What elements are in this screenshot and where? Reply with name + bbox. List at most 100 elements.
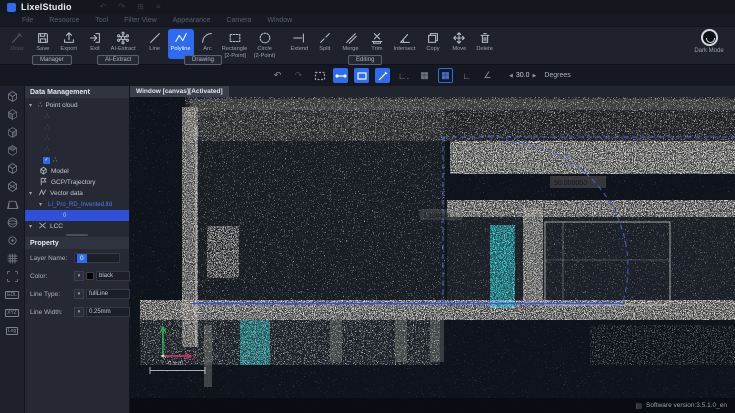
chevron-down-icon[interactable]: ▾ xyxy=(39,201,45,209)
app-logo-icon xyxy=(7,3,16,12)
view-bottom-icon[interactable] xyxy=(4,162,21,175)
view-side-icon[interactable] xyxy=(4,126,21,139)
redo-icon[interactable]: ↷ xyxy=(291,68,306,83)
canvas-tab-bar: Window [canvas][Activated] xyxy=(130,86,735,97)
tree-item-gcp-trajectory[interactable]: GCP/Trajectory xyxy=(25,177,129,188)
angle-stepper[interactable]: ◀ 30.0 ▶ xyxy=(509,72,536,79)
extend-button[interactable]: Extend xyxy=(286,29,312,59)
quick-layout-icon[interactable]: ⊞ xyxy=(137,0,144,14)
draw-mode-icon[interactable] xyxy=(375,68,390,83)
chevron-down-icon[interactable]: ▾ xyxy=(29,102,35,110)
selection-frame-icon[interactable] xyxy=(312,68,327,83)
point-cloud-viewport[interactable]: 90.000000 2.184436 x 0.5 m xyxy=(130,97,735,413)
line-icon xyxy=(148,31,162,45)
chevron-down-icon[interactable]: ▾ xyxy=(29,190,35,198)
panel-drag-handle[interactable] xyxy=(66,234,88,236)
grid-view-icon[interactable] xyxy=(4,252,21,265)
delete-button[interactable]: Delete xyxy=(472,29,498,59)
chevron-down-icon[interactable]: ▾ xyxy=(29,223,35,231)
orbit-icon[interactable] xyxy=(4,234,21,247)
rectangle-2point-button[interactable]: Rectangle [2-Point] xyxy=(220,29,250,59)
chevron-down-icon[interactable]: ▾ xyxy=(74,271,84,281)
canvas-tab[interactable]: Window [canvas][Activated] xyxy=(130,86,229,97)
tree-item-cloud-3[interactable]: ∴ xyxy=(25,133,129,144)
circle-2point-button[interactable]: Circle (2-Point) xyxy=(250,29,280,59)
quick-redo-icon[interactable]: ↷ xyxy=(118,0,125,14)
lcc-icon xyxy=(38,221,47,233)
color-swatch xyxy=(86,272,94,280)
grid-icon[interactable]: ▦ xyxy=(417,68,432,83)
segment-mode-icon[interactable] xyxy=(333,68,348,83)
tree-item-vector-data[interactable]: ▾ Vector data xyxy=(25,188,129,199)
xyz-axis-icon[interactable]: XYZ xyxy=(4,306,21,319)
chevron-down-icon[interactable]: ▾ xyxy=(74,307,84,317)
dark-mode-button[interactable]: Dark Mode xyxy=(689,29,729,54)
point-cloud-icon: ∴ xyxy=(45,135,49,143)
angle-unit-label: Degrees xyxy=(544,72,570,79)
tree-item-layer-selected[interactable]: 0 xyxy=(25,210,129,221)
move-icon xyxy=(452,31,466,45)
view-perspective-icon[interactable] xyxy=(4,198,21,211)
quick-menu-icon[interactable]: ≡ xyxy=(156,0,161,14)
fullscreen-icon[interactable] xyxy=(4,270,21,283)
menu-window[interactable]: Window xyxy=(267,17,292,24)
copy-button[interactable]: Copy xyxy=(420,29,446,59)
menu-file[interactable]: File xyxy=(22,17,33,24)
view-back-icon[interactable] xyxy=(4,144,21,157)
layer-name-input[interactable]: 0 xyxy=(74,253,120,263)
menu-tool[interactable]: Tool xyxy=(95,17,108,24)
dark-mode-icon xyxy=(701,29,718,46)
group-label-drawing: Drawing xyxy=(184,55,222,65)
line-width-label: Line Width: xyxy=(30,309,70,316)
chevron-down-icon[interactable]: ▾ xyxy=(74,289,84,299)
angle-value[interactable]: 30.0 xyxy=(516,72,530,79)
undo-icon[interactable]: ↶ xyxy=(270,68,285,83)
draw-button[interactable]: Draw xyxy=(4,29,30,59)
view-iso-icon[interactable] xyxy=(4,180,21,193)
left-panel: Data Management ▾ ∴ Point cloud ∴ ∴ ∴ ∴ … xyxy=(25,86,130,413)
stepper-right-icon[interactable]: ▶ xyxy=(532,73,536,79)
tree-item-cloud-2[interactable]: ∴ xyxy=(25,122,129,133)
color-dropdown[interactable]: ▾ black xyxy=(74,271,130,281)
menu-camera[interactable]: Camera xyxy=(226,17,251,24)
canvas-area[interactable]: 90.000000 2.184436 x 0.5 m xyxy=(130,97,735,413)
angle-snap-icon[interactable]: ∠ xyxy=(480,68,495,83)
group-label-editing: Editing xyxy=(348,55,382,65)
ortho-corner-icon[interactable]: ∟. xyxy=(396,68,411,83)
line-button[interactable]: Line xyxy=(142,29,168,59)
menu-resource[interactable]: Resource xyxy=(49,17,79,24)
quick-undo-icon[interactable]: ↶ xyxy=(100,0,107,14)
layer-name-label: Layer Name: xyxy=(30,255,70,262)
data-management-header: Data Management xyxy=(25,86,129,98)
line-type-dropdown[interactable]: ▾ fullLine xyxy=(74,289,130,299)
move-button[interactable]: Move xyxy=(446,29,472,59)
sphere-view-icon[interactable] xyxy=(4,216,21,229)
line-width-dropdown[interactable]: ▾ 0.25mm xyxy=(74,307,130,317)
split-button[interactable]: Split xyxy=(312,29,338,59)
vector-icon xyxy=(38,188,47,200)
extend-icon xyxy=(292,31,306,45)
checkbox-checked[interactable]: ✓ xyxy=(43,157,50,164)
merge-icon xyxy=(344,31,358,45)
lixelstudio-window: LixelStudio ↶ ↷ ⊞ ≡ File Resource Tool F… xyxy=(0,0,735,413)
tree-item-cloud-1[interactable]: ∴ xyxy=(25,111,129,122)
rectangle-mode-icon[interactable] xyxy=(354,68,369,83)
menu-filter-view[interactable]: Filter View xyxy=(124,17,157,24)
canvas-toolbar: ↶ ↷ ∟. ▦ ▦ ∟ ∠ ◀ 30.0 ▶ Degrees xyxy=(0,64,735,86)
save-icon xyxy=(36,31,50,45)
tree-item-cloud-4[interactable]: ∴ xyxy=(25,144,129,155)
corner-snap-icon[interactable]: ∟ xyxy=(459,68,474,83)
stepper-left-icon[interactable]: ◀ xyxy=(509,73,513,79)
log-icon[interactable]: Log xyxy=(4,324,21,337)
view-top-icon[interactable] xyxy=(4,90,21,103)
tree-item-point-cloud[interactable]: ▾ ∴ Point cloud xyxy=(25,100,129,111)
view-front-icon[interactable] xyxy=(4,108,21,121)
menu-appearance[interactable]: Appearance xyxy=(173,17,211,24)
tree-item-lcc[interactable]: ▾ LCC xyxy=(25,221,129,232)
intersect-button[interactable]: Intersect xyxy=(390,29,420,59)
edl-toggle-icon[interactable]: EDL xyxy=(4,288,21,301)
snap-grid-icon[interactable]: ▦ xyxy=(438,68,453,83)
tree-item-model[interactable]: Model xyxy=(25,166,129,177)
tree-item-cloud-active[interactable]: ✓ ∴ xyxy=(25,155,129,166)
tree-item-vector-file[interactable]: ▾ LI_Pro_RD_Invented.ltd xyxy=(25,199,129,210)
